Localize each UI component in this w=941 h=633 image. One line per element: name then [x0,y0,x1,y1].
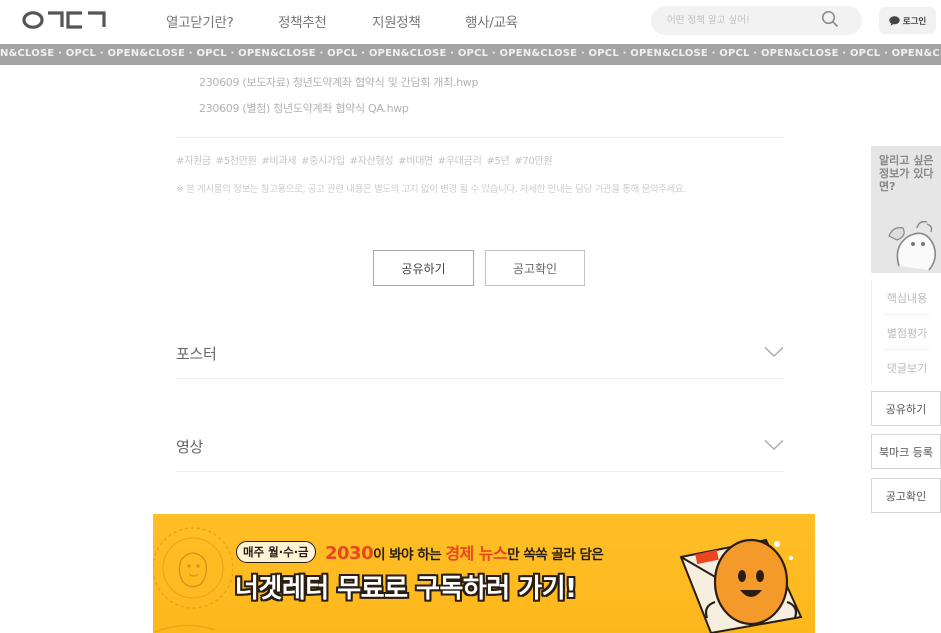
banner-headline: 너겟레터 무료로 구독하러 가기! [235,574,577,604]
chevron-down-icon [764,439,784,450]
site-logo[interactable] [22,9,106,31]
nav-item-events[interactable]: 행사/교육 [465,11,518,31]
accordion-title: 영상 [176,438,204,456]
banner-text-post: 만 쏙쏙 골라 담은 [507,547,604,563]
check-notice-button[interactable]: 공고확인 [485,250,585,286]
nav-item-policies[interactable]: 지원정책 [372,11,421,31]
sidebar-item-summary[interactable]: 핵심내용 [872,290,941,306]
brand-marquee: N&CLOSE · OPCL · OPEN&CLOSE · OPCL · OPE… [0,44,941,65]
mascot-illustration-icon [888,220,937,271]
chevron-down-icon [764,346,784,357]
sidebar-check-notice-button[interactable]: 공고확인 [871,478,941,513]
accordion-divider [176,471,784,472]
top-header: 열고닫기란? 정책추천 지원정책 행사/교육 로그인 [0,0,941,42]
attachment-link[interactable]: 230609 (별첨) 청년도약계좌 협약식 QA.hwp [199,100,409,116]
nugget-stamp-logo [153,527,233,633]
sidebar-ad[interactable]: 알리고 싶은 정보가 있다면? [871,146,941,273]
nav-item-recommend[interactable]: 정책추천 [278,11,327,31]
login-label: 로그인 [902,16,927,27]
sidebar-separator [884,314,930,315]
banner-highlight: 경제 뉴스 [445,544,508,563]
search-icon[interactable] [821,10,839,28]
login-button[interactable]: 로그인 [879,7,936,34]
nav-item-about[interactable]: 열고닫기란? [166,11,234,31]
nugget-mascot-envelope-icon [679,538,803,633]
banner-subtitle: 2030이 봐야 하는 경제 뉴스만 쏙쏙 골라 담은 [325,540,604,564]
banner-text-pre: 이 봐야 하는 [373,547,446,563]
banner-number: 2030 [325,543,374,564]
sidebar-quick-menu: 핵심내용 별점평가 댓글보기 [871,280,941,384]
accordion-poster[interactable]: 포스터 [176,329,784,379]
logo-icon [22,11,106,29]
newsletter-banner[interactable]: 매주 월·수·금 2030이 봐야 하는 경제 뉴스만 쏙쏙 골라 담은 너겟레… [153,514,815,633]
accordion-divider [176,378,784,379]
sidebar-item-comments[interactable]: 댓글보기 [872,360,941,376]
sidebar-bookmark-button[interactable]: 북마크 등록 [871,434,941,469]
marquee-text: N&CLOSE · OPCL · OPEN&CLOSE · OPCL · OPE… [0,48,941,59]
schedule-pill: 매주 월·수·금 [236,541,316,563]
sidebar-ad-text: 알리고 싶은 정보가 있다면? [879,154,934,193]
sidebar-separator [884,349,930,350]
accordion-title: 포스터 [176,345,217,363]
accordion-video[interactable]: 영상 [176,422,784,472]
attachment-link[interactable]: 230609 (보도자료) 청년도약계좌 협약식 및 간담회 개최.hwp [199,74,478,90]
sidebar-item-rating[interactable]: 별점평가 [872,325,941,341]
share-button[interactable]: 공유하기 [373,250,474,286]
hashtag-list: #지원금 #5천만원 #비과세 #중시가입 #자산형성 #비대면 #우대금리 #… [176,156,553,167]
content-divider [176,137,784,138]
chat-icon [889,15,900,26]
search-input[interactable] [667,12,817,29]
disclaimer-text: ※ 본 게시물의 정보는 참고용으로, 공고 관련 내용은 별도의 고지 없이 … [176,184,686,195]
sidebar-share-button[interactable]: 공유하기 [871,391,941,426]
